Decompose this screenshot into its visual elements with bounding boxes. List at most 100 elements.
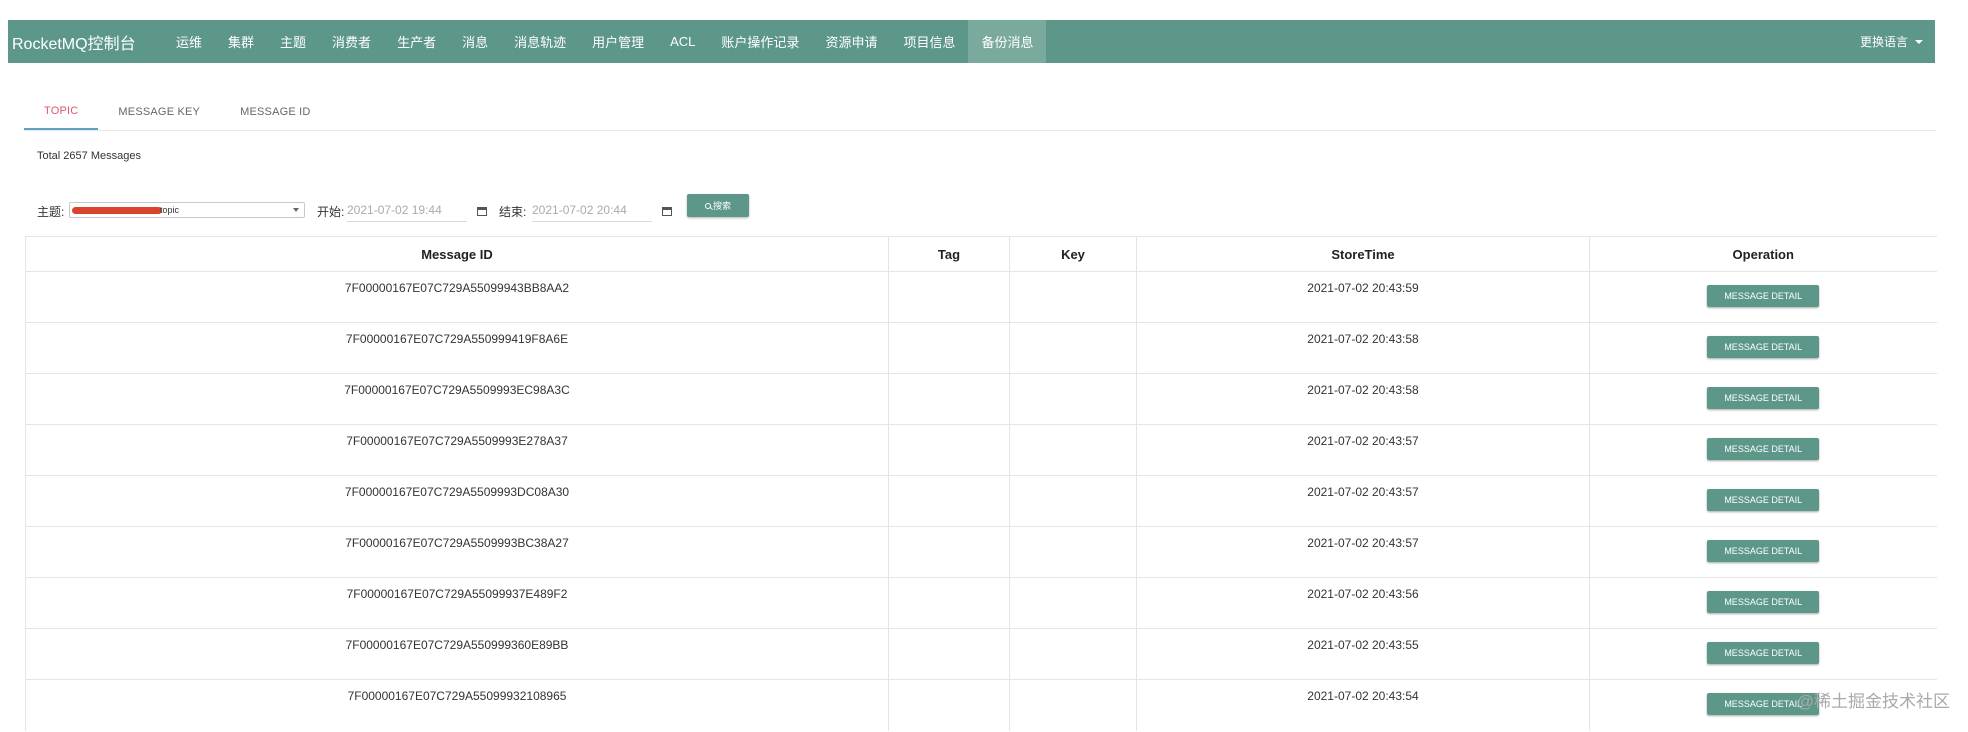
nav-item-user-management[interactable]: 用户管理 — [579, 20, 657, 63]
cell-message-id: 7F00000167E07C729A550999360E89BB — [25, 628, 889, 680]
message-detail-button[interactable]: MESSAGE DETAIL — [1707, 642, 1820, 664]
cell-message-id: 7F00000167E07C729A5509993DC08A30 — [25, 475, 889, 527]
cell-tag — [888, 271, 1010, 323]
cell-message-id: 7F00000167E07C729A5509993BC38A27 — [25, 526, 889, 578]
cell-operation: MESSAGE DETAIL — [1589, 271, 1937, 323]
cell-tag — [888, 628, 1010, 680]
message-detail-button[interactable]: MESSAGE DETAIL — [1707, 387, 1820, 409]
end-time-input[interactable]: 2021-07-02 20:44 — [532, 194, 652, 222]
header-store-time: StoreTime — [1136, 236, 1590, 272]
cell-operation: MESSAGE DETAIL — [1589, 373, 1937, 425]
cell-key — [1009, 475, 1137, 527]
nav-item-account-log[interactable]: 账户操作记录 — [708, 20, 812, 63]
select-arrow-icon — [293, 208, 299, 212]
cell-tag — [888, 373, 1010, 425]
header-tag: Tag — [888, 236, 1010, 272]
cell-operation: MESSAGE DETAIL — [1589, 577, 1937, 629]
cell-store-time: 2021-07-02 20:43:59 — [1136, 271, 1590, 323]
nav-item-cluster[interactable]: 集群 — [215, 20, 267, 63]
cell-message-id: 7F00000167E07C729A55099932108965 — [25, 679, 889, 731]
cell-message-id: 7F00000167E07C729A5509993E278A37 — [25, 424, 889, 476]
cell-key — [1009, 424, 1137, 476]
topic-select[interactable]: topic — [69, 202, 305, 218]
language-label: 更换语言 — [1859, 35, 1908, 49]
cell-operation: MESSAGE DETAIL — [1589, 526, 1937, 578]
table-row: 7F00000167E07C729A5509993BC38A27 2021-07… — [25, 526, 1937, 578]
cell-operation: MESSAGE DETAIL — [1589, 322, 1937, 374]
nav-item-topic[interactable]: 主题 — [267, 20, 319, 63]
nav-item-backup-message[interactable]: 备份消息 — [968, 20, 1047, 63]
tab-message-id[interactable]: MESSAGE ID — [220, 94, 330, 130]
search-button[interactable]: 搜索 — [687, 194, 749, 217]
search-button-label: 搜索 — [712, 201, 731, 211]
nav-item-acl[interactable]: ACL — [657, 20, 708, 63]
message-detail-button[interactable]: MESSAGE DETAIL — [1707, 489, 1820, 511]
redacted-topic-prefix — [72, 207, 162, 214]
topic-label: 主题: — [37, 205, 65, 219]
cell-operation: MESSAGE DETAIL — [1589, 475, 1937, 527]
message-detail-button[interactable]: MESSAGE DETAIL — [1707, 438, 1820, 460]
nav-item-consumer[interactable]: 消费者 — [319, 20, 384, 63]
cell-store-time: 2021-07-02 20:43:58 — [1136, 373, 1590, 425]
cell-key — [1009, 526, 1137, 578]
nav-item-resource-request[interactable]: 资源申请 — [812, 20, 890, 63]
caret-down-icon — [1915, 39, 1923, 44]
cell-store-time: 2021-07-02 20:43:56 — [1136, 577, 1590, 629]
cell-message-id: 7F00000167E07C729A55099943BB8AA2 — [25, 271, 889, 323]
message-detail-button[interactable]: MESSAGE DETAIL — [1707, 285, 1820, 307]
nav-item-producer[interactable]: 生产者 — [384, 20, 449, 63]
table-row: 7F00000167E07C729A550999419F8A6E 2021-07… — [25, 322, 1937, 374]
table-row: 7F00000167E07C729A55099943BB8AA2 2021-07… — [25, 271, 1937, 323]
filter-row: 主题: topic 开始: 2021-07-02 19:44 结束: 2021-… — [37, 194, 1337, 226]
brand-title[interactable]: RocketMQ控制台 — [8, 30, 163, 54]
header-message-id: Message ID — [25, 236, 889, 272]
table-row: 7F00000167E07C729A550999360E89BB 2021-07… — [25, 628, 1937, 680]
start-time-input[interactable]: 2021-07-02 19:44 — [347, 194, 467, 222]
cell-tag — [888, 322, 1010, 374]
cell-key — [1009, 373, 1137, 425]
cell-key — [1009, 679, 1137, 731]
cell-store-time: 2021-07-02 20:43:57 — [1136, 475, 1590, 527]
cell-store-time: 2021-07-02 20:43:57 — [1136, 526, 1590, 578]
header-key: Key — [1009, 236, 1137, 272]
cell-key — [1009, 322, 1137, 374]
cell-key — [1009, 577, 1137, 629]
query-tabs: TOPIC MESSAGE KEY MESSAGE ID — [24, 94, 1936, 131]
total-messages-count: Total 2657 Messages — [37, 150, 141, 162]
search-icon — [704, 202, 711, 209]
cell-tag — [888, 679, 1010, 731]
header-operation: Operation — [1589, 236, 1937, 272]
cell-store-time: 2021-07-02 20:43:55 — [1136, 628, 1590, 680]
cell-store-time: 2021-07-02 20:43:57 — [1136, 424, 1590, 476]
tab-topic[interactable]: TOPIC — [24, 94, 99, 130]
message-table: Message ID Tag Key StoreTime Operation 7… — [25, 236, 1937, 731]
cell-store-time: 2021-07-02 20:43:54 — [1136, 679, 1590, 731]
table-row: 7F00000167E07C729A5509993E278A37 2021-07… — [25, 424, 1937, 476]
table-row: 7F00000167E07C729A5509993DC08A30 2021-07… — [25, 475, 1937, 527]
nav-item-message-trace[interactable]: 消息轨迹 — [501, 20, 579, 63]
message-detail-button[interactable]: MESSAGE DETAIL — [1707, 540, 1820, 562]
cell-key — [1009, 271, 1137, 323]
language-switcher[interactable]: 更换语言 — [1860, 33, 1935, 50]
end-time-label: 结束: — [499, 205, 527, 219]
cell-operation: MESSAGE DETAIL — [1589, 424, 1937, 476]
end-calendar-icon[interactable] — [662, 207, 672, 216]
message-detail-button[interactable]: MESSAGE DETAIL — [1707, 336, 1820, 358]
cell-message-id: 7F00000167E07C729A5509993EC98A3C — [25, 373, 889, 425]
cell-operation: MESSAGE DETAIL — [1589, 628, 1937, 680]
watermark: @稀土掘金技术社区 — [1796, 692, 1950, 711]
cell-tag — [888, 526, 1010, 578]
top-navbar: RocketMQ控制台 运维 集群 主题 消费者 生产者 消息 消息轨迹 用户管… — [8, 20, 1935, 63]
topic-select-value: topic — [160, 205, 180, 215]
cell-store-time: 2021-07-02 20:43:58 — [1136, 322, 1590, 374]
start-calendar-icon[interactable] — [477, 207, 487, 216]
cell-tag — [888, 424, 1010, 476]
tab-message-key[interactable]: MESSAGE KEY — [98, 94, 220, 130]
message-detail-button[interactable]: MESSAGE DETAIL — [1707, 591, 1820, 613]
nav-item-message[interactable]: 消息 — [449, 20, 501, 63]
nav-item-ops[interactable]: 运维 — [163, 20, 215, 63]
cell-tag — [888, 475, 1010, 527]
cell-message-id: 7F00000167E07C729A550999419F8A6E — [25, 322, 889, 374]
table-row: 7F00000167E07C729A55099932108965 2021-07… — [25, 679, 1937, 731]
nav-item-project-info[interactable]: 项目信息 — [890, 20, 968, 63]
